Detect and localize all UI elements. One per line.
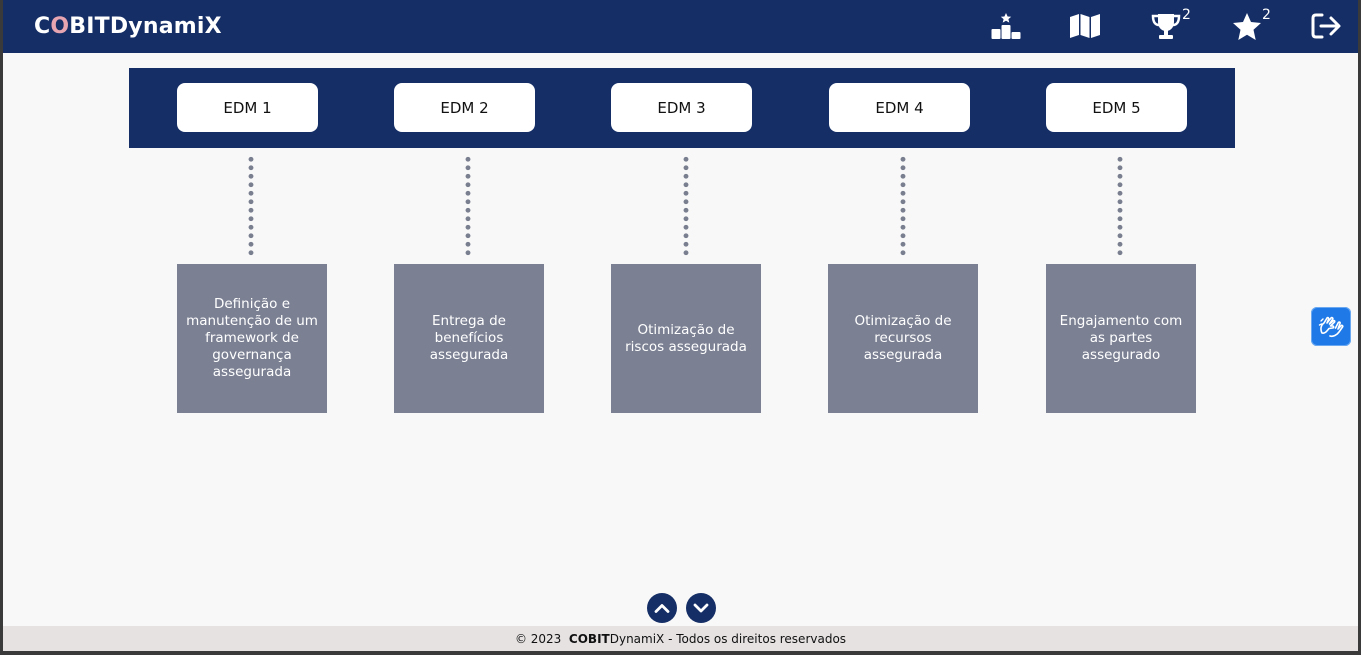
star-icon — [1233, 12, 1261, 40]
dotted-connector — [248, 155, 254, 257]
edm-5-description-card[interactable]: Engajamento com as partes assegurado — [1046, 264, 1196, 413]
edm-3-description: Otimização de riscos assegurada — [625, 321, 747, 355]
footer-rights-text: DynamiX - Todos os direitos reservados — [609, 631, 847, 646]
sign-language-icon — [1318, 316, 1344, 337]
footer-brand: COBIT — [568, 631, 610, 646]
dotted-connector — [683, 155, 689, 257]
edm-4-description: Otimização de recursos assegurada — [854, 313, 952, 363]
logo-letter-o: O — [50, 14, 70, 39]
edm-1-button[interactable]: EDM 1 — [177, 83, 318, 132]
dotted-connector — [465, 155, 471, 257]
edm-2-description-card[interactable]: Entrega de benefícios assegurada — [394, 264, 544, 413]
edm-3-description-card[interactable]: Otimização de riscos assegurada — [611, 264, 761, 413]
footer-copyright: © 2023 — [514, 631, 569, 646]
logout-button[interactable] — [1308, 9, 1344, 43]
map-button[interactable] — [1067, 9, 1103, 43]
chevron-up-icon — [654, 604, 670, 613]
map-icon — [1070, 14, 1100, 38]
edm-2-description: Entrega de benefícios assegurada — [429, 313, 509, 363]
star-count-badge: 2 — [1262, 7, 1271, 23]
scroll-up-button[interactable] — [647, 593, 677, 623]
dotted-connector — [900, 155, 906, 257]
favorites-button[interactable]: 2 — [1229, 7, 1271, 43]
trophy-button[interactable]: 2 — [1148, 7, 1191, 43]
chevron-down-icon — [693, 603, 709, 613]
logo-text: BITDynamiX — [69, 14, 222, 39]
edm-1-description: Definição e manutenção de um framework d… — [186, 296, 318, 380]
edm-5-description: Engajamento com as partes assegurado — [1059, 313, 1183, 363]
top-navbar: COBITDynamiX 2 2 — [3, 0, 1358, 53]
app-frame: COBITDynamiX 2 2 EDM 1 EDM 2 EDM 3 EDM 4… — [3, 0, 1358, 651]
dotted-connector — [1117, 155, 1123, 257]
edm-4-description-card[interactable]: Otimização de recursos assegurada — [828, 264, 978, 413]
edm-3-button[interactable]: EDM 3 — [611, 83, 752, 132]
logout-icon — [1311, 13, 1341, 39]
ranking-icon — [991, 13, 1021, 39]
edm-5-button[interactable]: EDM 5 — [1046, 83, 1187, 132]
edm-2-button[interactable]: EDM 2 — [394, 83, 535, 132]
app-logo[interactable]: COBITDynamiX — [34, 14, 222, 39]
edm-4-button[interactable]: EDM 4 — [829, 83, 970, 132]
scroll-down-button[interactable] — [686, 593, 716, 623]
page-footer: © 2023 COBIT DynamiX - Todos os direitos … — [3, 626, 1358, 651]
logo-letter-c: C — [34, 14, 51, 39]
trophy-count-badge: 2 — [1182, 7, 1191, 23]
ranking-button[interactable] — [988, 9, 1024, 43]
edm-1-description-card[interactable]: Definição e manutenção de um framework d… — [177, 264, 327, 413]
sign-language-accessibility-button[interactable] — [1311, 307, 1351, 346]
trophy-icon — [1151, 14, 1181, 39]
